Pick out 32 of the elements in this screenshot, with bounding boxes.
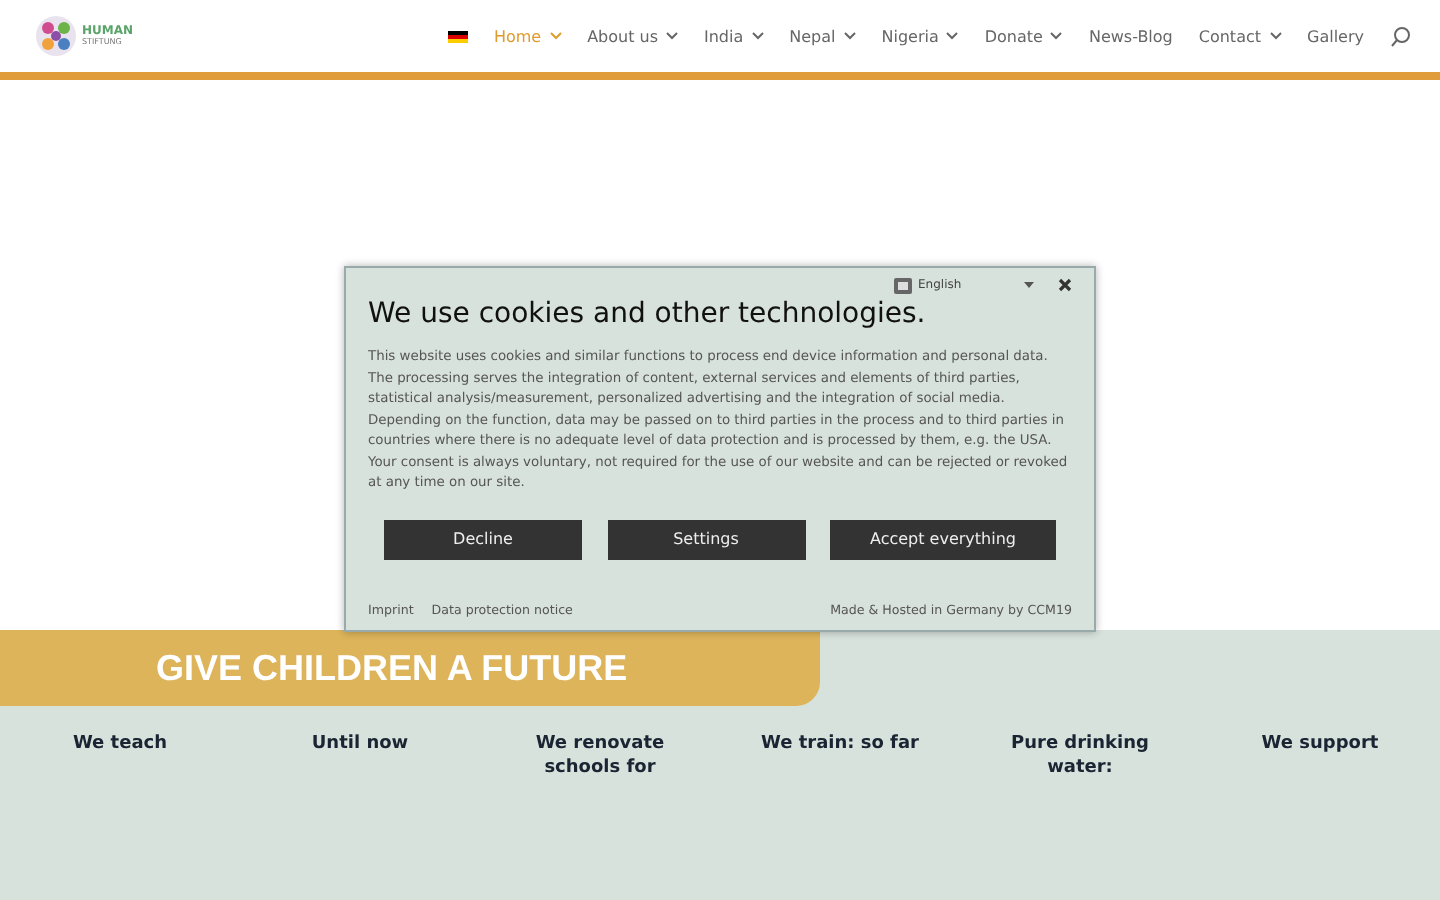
- stat-label: We renovate schools for: [533, 734, 667, 781]
- nav-link[interactable]: Contact: [1198, 27, 1281, 45]
- nav-link[interactable]: News-Blog: [1088, 27, 1173, 45]
- nav-link[interactable]: Nigeria: [881, 27, 959, 45]
- banner-title: GIVE CHILDREN A FUTURE: [156, 647, 628, 689]
- stat-label: We support: [1259, 734, 1381, 758]
- dialog-button[interactable]: Decline: [384, 519, 582, 559]
- nav-link[interactable]: About us: [587, 27, 678, 45]
- caret-icon: [1050, 32, 1063, 40]
- caret-icon: [549, 32, 562, 40]
- search-icon[interactable]: [1390, 25, 1410, 47]
- stat-label: Until now: [309, 734, 411, 758]
- nav-link[interactable]: Gallery: [1307, 27, 1364, 45]
- nav-link[interactable]: India: [704, 27, 764, 45]
- nav-link[interactable]: Nepal: [789, 27, 856, 45]
- caret-icon: [946, 32, 959, 40]
- dialog-button[interactable]: Settings: [607, 519, 805, 559]
- stat-label: We train: so far: [759, 734, 921, 758]
- stat-label: Pure drinking water:: [1009, 734, 1151, 781]
- caret-icon: [666, 32, 678, 40]
- caret-icon: [1269, 32, 1281, 40]
- caret-icon: [751, 32, 764, 40]
- language-icon: [894, 277, 912, 293]
- caret-icon: [1024, 282, 1034, 288]
- dialog-title: We use cookies and other technologies.: [368, 298, 928, 330]
- german-flag-icon[interactable]: [447, 29, 468, 43]
- caret-icon: [843, 32, 856, 40]
- stat-label: We teach: [70, 734, 170, 758]
- nav-link[interactable]: Donate: [984, 27, 1063, 45]
- dialog-button[interactable]: Accept everything: [830, 519, 1056, 559]
- logo-icon: [34, 14, 78, 58]
- close-icon[interactable]: [1058, 278, 1072, 292]
